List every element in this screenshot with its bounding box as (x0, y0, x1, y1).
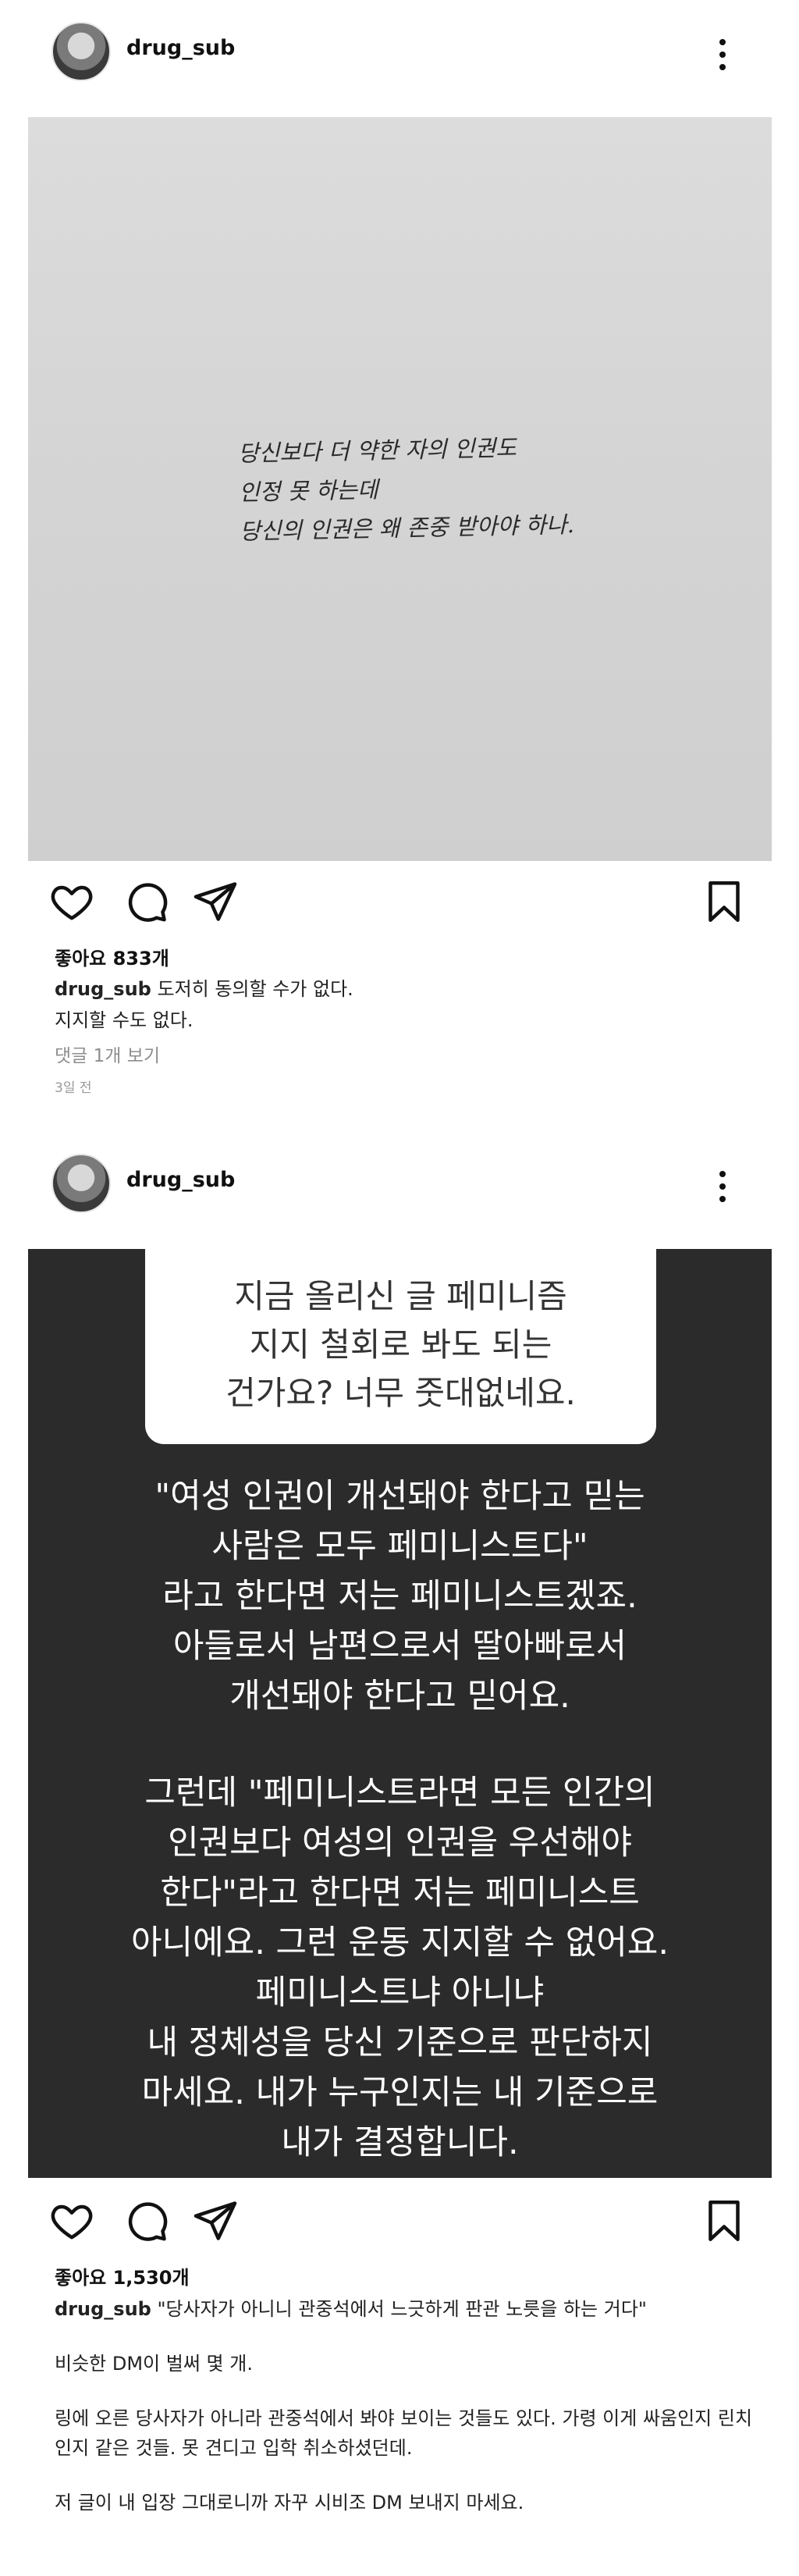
likes-count[interactable]: 좋아요 833개 (55, 943, 757, 970)
caption-username[interactable]: drug_sub (55, 978, 151, 1000)
answer-line: 마세요. 내가 누구인지는 내 기준으로 (141, 2073, 659, 2112)
caption-paragraph: 비슷한 DM이 벌써 몇 개. (55, 2353, 253, 2375)
avatar[interactable] (51, 1154, 111, 1213)
comment-icon[interactable] (123, 878, 170, 925)
question-line: 건가요? 너무 줏대없네요. (225, 1374, 576, 1412)
post-image[interactable]: 지금 올리신 글 페미니즘 지지 철회로 봐도 되는 건가요? 너무 줏대없네요… (28, 1249, 772, 2178)
question-line: 지지 철회로 봐도 되는 (249, 1325, 552, 1364)
answer-line: 아들로서 남편으로서 딸아빠로서 (172, 1627, 627, 1666)
comment-icon[interactable] (123, 2197, 170, 2244)
answer-line: 내가 결정합니다. (281, 2123, 519, 2162)
username[interactable]: drug_sub (126, 36, 235, 60)
answer-line: 인권보다 여성의 인권을 우선해야 (168, 1823, 632, 1863)
answer-line: 내 정체성을 당신 기준으로 판단하지 (147, 2023, 653, 2062)
post-meta: 좋아요 833개 drug_sub 도저히 동의할 수가 없다. 지지할 수도 … (55, 943, 757, 1096)
question-sticker: 지금 올리신 글 페미니즘 지지 철회로 봐도 되는 건가요? 너무 줏대없네요… (145, 1249, 656, 1444)
caption-text-2: 지지할 수도 없다. (55, 1009, 194, 1031)
post-actions (0, 878, 799, 941)
answer-line: 한다"라고 한다면 저는 페미니스트 (160, 1873, 640, 1912)
post-header: drug_sub (0, 0, 799, 81)
answer-line: 페미니스트냐 아니냐 (255, 1973, 545, 2012)
image-handwritten-text: 당신보다 더 약한 자의 인권도 인정 못 하는데 당신의 인권은 왜 존중 받… (237, 425, 676, 551)
image-text-line: 당신의 인권은 왜 존중 받아야 하나. (239, 511, 575, 545)
avatar[interactable] (51, 22, 111, 81)
post-1: drug_sub 당신보다 더 약한 자의 인권도 인정 못 하는데 당신의 인… (0, 0, 799, 1132)
answer-block-2: 그런데 "페미니스트라면 모든 인간의 인권보다 여성의 인권을 우선해야 한다… (59, 1768, 740, 2168)
answer-block-1: "여성 인권이 개선돼야 한다고 믿는 사람은 모두 페미니스트다" 라고 한다… (59, 1471, 740, 1721)
likes-count[interactable]: 좋아요 1,530개 (55, 2262, 757, 2290)
answer-line: 개선돼야 한다고 믿어요. (229, 1677, 570, 1716)
heart-icon[interactable] (48, 878, 95, 925)
answer-line: 그런데 "페미니스트라면 모든 인간의 (144, 1774, 655, 1813)
post-actions (0, 2197, 799, 2260)
share-icon[interactable] (192, 2197, 239, 2244)
heart-icon[interactable] (48, 2197, 95, 2244)
answer-line: 사람은 모두 페미니스트다" (211, 1527, 588, 1566)
caption: drug_sub "당사자가 아니니 관중석에서 느긋하게 판관 노릇을 하는 … (55, 2294, 757, 2324)
post-2: drug_sub 지금 올리신 글 페미니즘 지지 철회로 봐도 되는 건가요?… (0, 1132, 799, 2576)
more-options-icon[interactable] (707, 31, 738, 78)
caption-text: 도저히 동의할 수가 없다. (157, 978, 353, 1000)
bookmark-icon[interactable] (701, 878, 748, 925)
username[interactable]: drug_sub (126, 1168, 235, 1192)
timestamp: 3일 전 (55, 1080, 92, 1096)
post-header: drug_sub (0, 1132, 799, 1213)
caption-text: "당사자가 아니니 관중석에서 느긋하게 판관 노릇을 하는 거다" (157, 2298, 647, 2320)
question-line: 지금 올리신 글 페미니즘 (234, 1277, 567, 1315)
caption-paragraph: 링에 오른 당사자가 아니라 관중석에서 봐야 보이는 것들도 있다. 가령 이… (55, 2407, 753, 2459)
answer-line: 아니에요. 그런 운동 지지할 수 없어요. (130, 1923, 669, 1962)
answer-line: "여성 인권이 개선돼야 한다고 믿는 (154, 1477, 645, 1516)
answer-line: 라고 한다면 저는 페미니스트겠죠. (162, 1577, 637, 1616)
caption-username[interactable]: drug_sub (55, 2298, 151, 2320)
more-options-icon[interactable] (707, 1163, 738, 1210)
view-comments-link[interactable]: 댓글 1개 보기 (55, 1041, 757, 1067)
share-icon[interactable] (192, 878, 239, 925)
post-image[interactable]: 당신보다 더 약한 자의 인권도 인정 못 하는데 당신의 인권은 왜 존중 받… (28, 117, 772, 861)
bookmark-icon[interactable] (701, 2197, 748, 2244)
post-meta: 좋아요 1,530개 drug_sub "당사자가 아니니 관중석에서 느긋하게… (55, 2262, 757, 2517)
caption-paragraph: 저 글이 내 입장 그대로니까 자꾸 시비조 DM 보내지 마세요. (55, 2492, 524, 2514)
caption: drug_sub 도저히 동의할 수가 없다. (55, 973, 757, 1005)
